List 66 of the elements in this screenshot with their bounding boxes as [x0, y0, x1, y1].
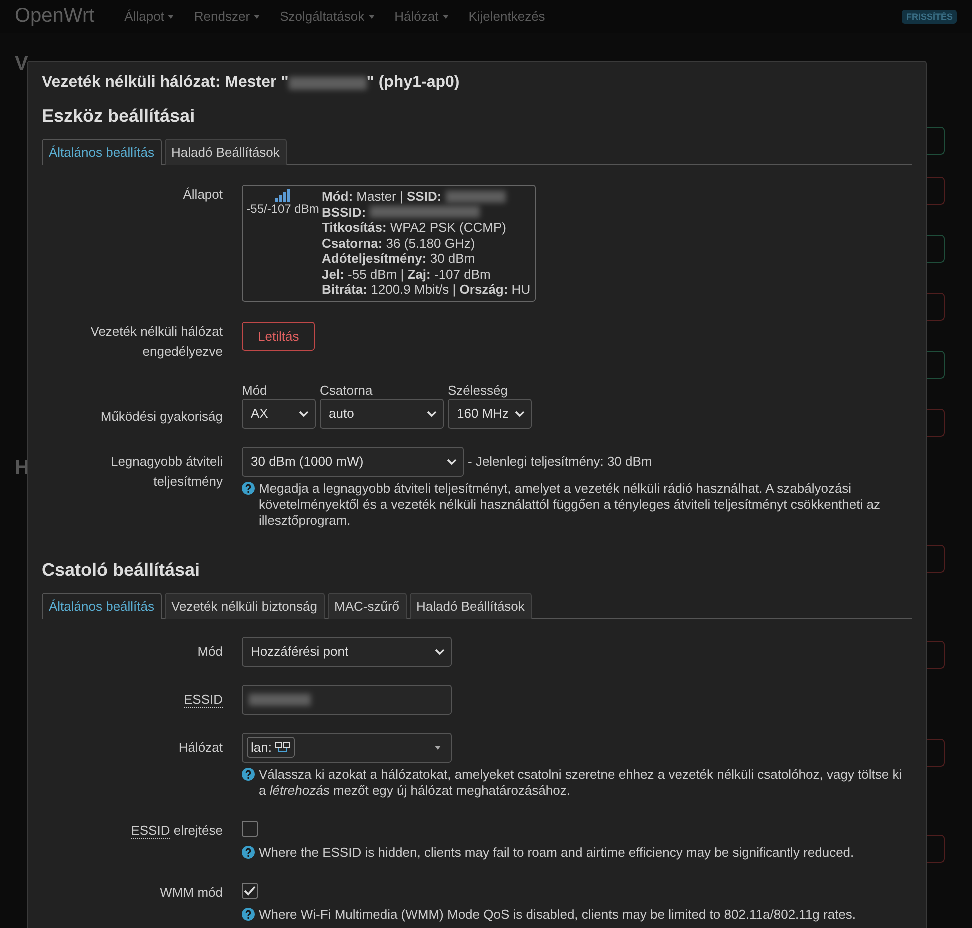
- check-icon: [244, 886, 256, 896]
- blurred-text: [446, 190, 506, 203]
- status-line: BSSID:: [322, 204, 366, 220]
- tab[interactable]: MAC-szűrő: [328, 592, 407, 618]
- help-icon: [242, 846, 255, 858]
- select-field[interactable]: AX: [242, 398, 316, 428]
- field-label: Vezeték nélküli hálózat engedélyezve: [90, 322, 223, 361]
- signal-text: -55/-107 dBm: [246, 202, 320, 216]
- checkbox[interactable]: [242, 820, 258, 836]
- field-label: Mód: [196, 642, 223, 660]
- modal-title-suffix: " (phy1-ap0): [366, 74, 460, 92]
- status-line: Mód: Master | SSID:: [322, 189, 442, 204]
- essid-input[interactable]: [242, 684, 452, 714]
- field-label: Legnagyobb átviteli teljesítmény: [110, 452, 223, 491]
- current-power-text: - Jelenlegi teljesítmény: 30 dBm: [468, 454, 652, 469]
- caret-icon: [254, 14, 260, 18]
- select-caption: Mód: [242, 382, 268, 398]
- select-field[interactable]: auto: [320, 398, 444, 428]
- blurred-text: [249, 694, 311, 706]
- help-icon: [242, 482, 255, 494]
- field-label: elrejtése: [174, 822, 223, 838]
- section-heading: Csatoló beállításai: [42, 560, 202, 580]
- checkbox[interactable]: [242, 882, 258, 898]
- tab[interactable]: Vezeték nélküli biztonság: [164, 592, 324, 618]
- field-label: Működési gyakoriság: [100, 408, 223, 426]
- help-text: Válassza ki azokat a hálózatokat, amelyeket csatolni szeretne ehhez a vezeték nélküli csatolóhoz, vagy töltse ki a létrehozás mezőt egy új hálózat meghatározásához.: [259, 766, 904, 798]
- tab[interactable]: Általános beállítás: [42, 139, 162, 165]
- chevron-icon: [435, 648, 445, 656]
- select-field[interactable]: 160 MHz: [448, 398, 532, 428]
- help-text: Where the ESSID is hidden, clients may fail to roam and airtime efficiency may be significantly reduced.: [259, 844, 854, 860]
- field-label: ESSID: [184, 692, 223, 708]
- chevron-icon: [427, 410, 437, 418]
- help-icon: [242, 908, 255, 920]
- abbr-label: ESSID: [131, 822, 170, 838]
- signal-icon: [275, 189, 291, 202]
- status-line: Jel: -55 dBm | Zaj: -107 dBm: [322, 266, 491, 282]
- caret-icon: [368, 14, 375, 18]
- help-text: Megadja a legnagyobb átviteli teljesítményt, amelyet a vezeték nélküli rádió használhat. A szabályozási követelményektől és a vezeték nélküli használattól függően a tényleges átviteli teljesítményt csökkentheti az illesztőprogram.: [259, 480, 882, 528]
- disable-button[interactable]: Letiltás: [242, 322, 316, 350]
- caret-icon: [442, 14, 449, 18]
- dropdown-icon: [435, 746, 441, 750]
- caret-icon: [168, 14, 174, 18]
- select-caption: Csatorna: [320, 382, 374, 398]
- status-line: Bitráta: 1200.9 Mbit/s | Ország: HU: [322, 282, 531, 298]
- status-line: Titkosítás: WPA2 PSK (CCMP): [322, 220, 506, 236]
- tab[interactable]: Általános beállítás: [42, 592, 162, 618]
- field-label: WMM mód: [160, 884, 223, 900]
- select-caption: Szélesség: [448, 382, 509, 398]
- section-heading: Eszköz beállításai: [42, 106, 196, 127]
- chevron-icon: [447, 458, 457, 466]
- chevron-icon: [515, 410, 525, 418]
- modal-title: Vezeték nélküli hálózat: Mester ": [42, 74, 289, 92]
- select-field[interactable]: Hozzáférési pont: [242, 636, 452, 666]
- page-heading: V: [15, 53, 30, 77]
- help-icon: [242, 768, 255, 780]
- tab[interactable]: Haladó Beállítások: [410, 592, 532, 618]
- status-line: Adóteljesítmény: 30 dBm: [322, 251, 476, 266]
- field-label: Állapot: [182, 186, 223, 204]
- help-text: Where Wi-Fi Multimedia (WMM) Mode QoS is disabled, clients may be limited to 802.11a/802.11g rates.: [259, 906, 856, 922]
- status-line: Csatorna: 36 (5.180 GHz): [322, 236, 476, 251]
- field-label: Hálózat: [178, 738, 223, 756]
- network-icon: [274, 742, 291, 754]
- network-select[interactable]: lan:: [242, 732, 452, 762]
- chevron-icon: [299, 410, 309, 418]
- tab[interactable]: Haladó Beállítások: [164, 139, 287, 165]
- select-field[interactable]: 30 dBm (1000 mW): [242, 446, 464, 476]
